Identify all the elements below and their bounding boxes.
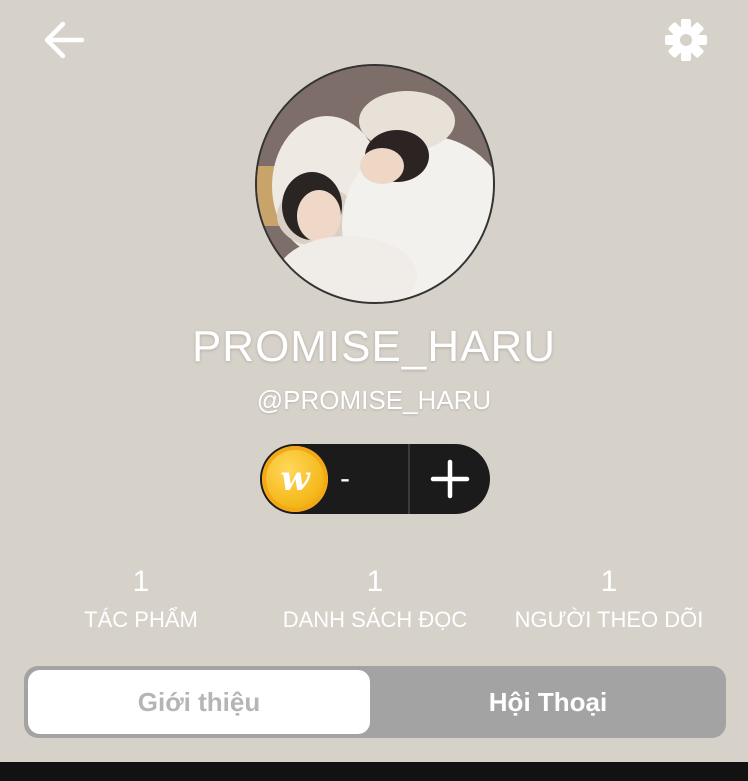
stat-works-label: TÁC PHẨM: [84, 607, 198, 632]
tab-about[interactable]: Giới thiệu: [28, 670, 370, 734]
wattpad-coin-icon: w: [262, 446, 328, 512]
profile-display-name: PROMISE_HARU: [191, 322, 557, 371]
avatar-photo: [257, 66, 493, 302]
plus-icon: [430, 459, 470, 499]
coin-balance-pill: w -: [260, 444, 490, 514]
profile-handle: @PROMISE_HARU: [256, 385, 492, 415]
profile-tabs: Giới thiệu Hội Thoại: [24, 666, 726, 738]
coin-letter: w: [280, 459, 310, 499]
stat-works[interactable]: 1 TÁC PHẨM: [24, 562, 258, 640]
tab-conversations[interactable]: Hội Thoại: [374, 670, 722, 734]
bottom-bar: [0, 762, 748, 781]
back-button[interactable]: [38, 16, 90, 66]
stat-followers[interactable]: 1 NGƯỜI THEO DÕI: [492, 562, 726, 640]
add-coins-button[interactable]: [410, 444, 490, 514]
stat-works-count: 1: [132, 565, 150, 598]
gear-icon: [665, 19, 707, 61]
avatar[interactable]: [255, 64, 495, 304]
settings-button[interactable]: [660, 14, 712, 66]
stat-followers-count: 1: [600, 565, 618, 598]
arrow-left-icon: [44, 21, 85, 59]
coin-balance-value: -: [340, 462, 350, 495]
stat-reading-lists-count: 1: [366, 565, 384, 598]
stat-followers-label: NGƯỜI THEO DÕI: [514, 607, 704, 632]
stat-reading-lists[interactable]: 1 DANH SÁCH ĐỌC: [258, 562, 492, 640]
stat-reading-lists-label: DANH SÁCH ĐỌC: [282, 607, 468, 632]
